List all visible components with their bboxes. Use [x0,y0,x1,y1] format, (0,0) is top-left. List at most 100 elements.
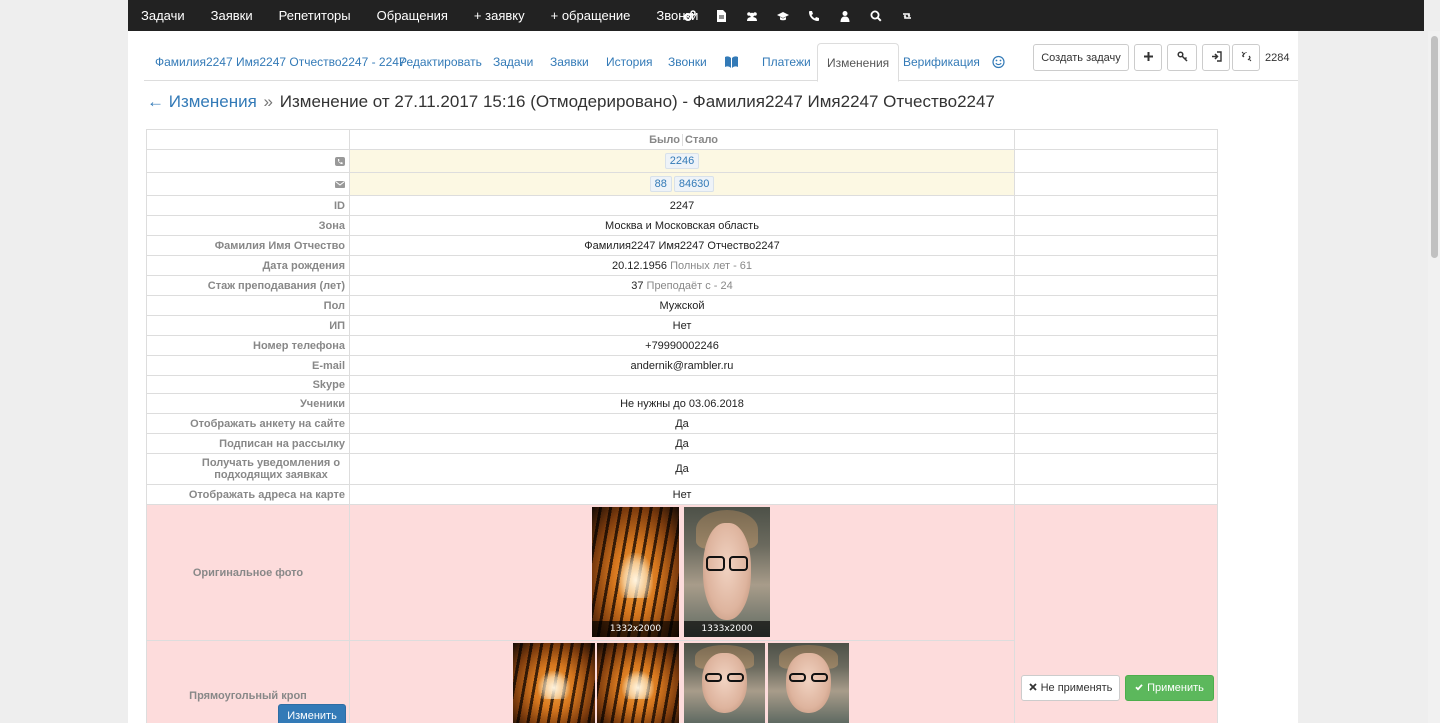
original-photo-before[interactable]: 1332x2000 [592,507,679,637]
search-icon[interactable] [860,0,891,31]
back-link[interactable]: ← Изменения [147,92,257,111]
original-photo-row: Оригинальное фото [146,504,1218,641]
apply-label: Применить [1147,682,1204,694]
phone-icon[interactable] [798,0,829,31]
unlink-icon [1241,51,1252,65]
original-photo-label: Оригинальное фото [146,504,350,641]
tab-payments[interactable]: Платежи [762,43,811,81]
no-apply-label: Не применять [1040,682,1113,694]
crop-photo-after-2[interactable] [768,643,849,723]
photo-size-caption: 1333x2000 [684,621,770,637]
row-label: Skype [146,375,350,394]
tab-verification[interactable]: Верификация [903,43,980,81]
original-photo-after[interactable]: 1333x2000 [684,507,770,637]
sign-in-icon [1211,50,1222,65]
tab-requests[interactable]: Заявки [550,43,589,81]
row-value: Да [675,437,689,450]
plus-icon [1143,51,1154,65]
book-icon[interactable] [724,43,739,81]
login-button[interactable] [1202,44,1230,71]
navbar-links: Задачи Заявки Репетиторы Обращения + зая… [128,0,711,31]
table-row: Дата рождения 20.12.1956 Полных лет - 61 [146,255,1218,276]
row-label: Подписан на рассылку [146,433,350,454]
row-value: 2247 [669,199,695,212]
table-row: Отображать анкету на сайте Да [146,413,1218,434]
nav-add-request[interactable]: + заявку [461,0,538,31]
add-button[interactable] [1134,44,1162,71]
phone-square-icon [335,155,345,167]
nav-add-appeal[interactable]: + обращение [538,0,644,31]
col-after-header: Стало [682,133,1011,146]
gears-icon[interactable] [674,0,705,31]
row-label: Получать уведомления о подходящих заявка… [146,453,350,485]
row-value: 20.12.1956 [611,259,668,272]
row-label: ИП [146,315,350,336]
col-before-header: Было [649,133,680,146]
row-note: Полных лет - 61 [670,259,753,272]
table-row: ИП Нет [146,315,1218,336]
retweet-icon[interactable] [891,0,922,31]
table-row: Номер телефона +79990002246 [146,335,1218,356]
table-row: Skype [146,375,1218,394]
row-label: Номер телефона [146,335,350,356]
row-value: Мужской [659,299,705,312]
navbar-icons [674,0,922,31]
row-value: +79990002246 [645,339,719,352]
row-label: Пол [146,295,350,316]
nav-requests[interactable]: Заявки [198,0,266,31]
table-row: Стаж преподавания (лет) 37 Преподаёт с - … [146,275,1218,296]
tab-tasks[interactable]: Задачи [493,43,533,81]
row-value: 37 [631,279,644,292]
smile-icon[interactable] [991,43,1006,81]
row-value: Да [675,463,689,475]
crop-photo-before-1[interactable] [513,643,595,723]
users-icon[interactable] [736,0,767,31]
phones-row: 2246 [146,149,1218,173]
breadcrumb-separator: » [263,92,274,111]
row-label: Зона [146,215,350,236]
key-button[interactable] [1167,44,1197,71]
user-icon[interactable] [829,0,860,31]
table-row: Получать уведомления о подходящих заявка… [146,453,1218,485]
row-label: Ученики [146,393,350,414]
unlink-button[interactable] [1232,44,1260,71]
table-row: E-mail andernik@rambler.ru [146,355,1218,376]
row-value: Фамилия2247 Имя2247 Отчество2247 [584,239,780,252]
page-scrollbar-thumb[interactable] [1431,36,1438,258]
check-icon [1135,682,1143,694]
nav-appeals[interactable]: Обращения [364,0,461,31]
page-background-left [0,0,128,31]
row-label: E-mail [146,355,350,376]
no-apply-button[interactable]: Не применять [1021,675,1120,701]
row-note: Преподаёт с - 24 [646,279,733,292]
graduation-cap-icon[interactable] [767,0,798,31]
row-value: Москва и Московская область [605,219,759,232]
row-value: andernik@rambler.ru [630,359,734,372]
tab-changes[interactable]: Изменения [817,43,900,82]
nav-tutors[interactable]: Репетиторы [266,0,364,31]
email-chip[interactable]: 88 [649,176,672,192]
table-row: Пол Мужской [146,295,1218,316]
edit-crop-button[interactable]: Изменить [278,704,346,723]
crop-photo-before-2[interactable] [597,643,679,723]
crop-photo-after-1[interactable] [684,643,765,723]
email-chip[interactable]: 84630 [673,176,715,192]
changes-table: Было Стало 2246 88 84630 ID 2247 Зона Москва… [146,129,1218,723]
table-row: ID 2247 [146,195,1218,216]
tab-edit[interactable]: Редактировать [399,43,482,81]
file-icon[interactable] [705,0,736,31]
create-task-label: Создать задачу [1041,51,1121,64]
nav-tasks[interactable]: Задачи [128,0,198,31]
top-navbar: Задачи Заявки Репетиторы Обращения + зая… [128,0,1424,31]
tab-history[interactable]: История [606,43,653,81]
row-label: Дата рождения [146,255,350,276]
table-row: Ученики Не нужны до 03.06.2018 [146,393,1218,414]
tab-calls[interactable]: Звонки [668,43,707,81]
row-label: ID [146,195,350,216]
tab-person[interactable]: Фамилия2247 Имя2247 Отчество2247 - 2247 [155,43,406,81]
phone-chip[interactable]: 2246 [664,153,700,169]
row-label: Стаж преподавания (лет) [146,275,350,296]
change-title: Изменение от 27.11.2017 15:16 (Отмодерир… [279,92,995,111]
create-task-button[interactable]: Создать задачу [1033,44,1129,71]
apply-button[interactable]: Применить [1125,675,1214,701]
